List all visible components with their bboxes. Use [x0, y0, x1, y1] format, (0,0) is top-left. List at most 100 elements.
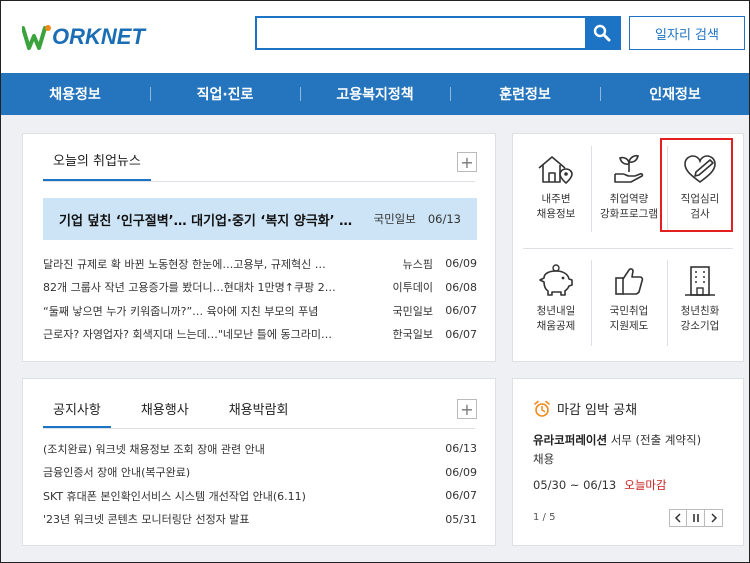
- quick-item-label: 내주변: [541, 193, 571, 205]
- quick-item-label: 채용정보: [536, 208, 576, 220]
- news-item-source: 한국일보: [392, 328, 433, 342]
- quick-item-label: 강화프로그램: [600, 208, 658, 220]
- prev-button[interactable]: [669, 509, 687, 527]
- notice-item-title: SKT 휴대폰 본인확인서비스 시스템 개선작업 안내(6.11): [43, 489, 306, 503]
- quick-item-label: 강소기업: [680, 320, 720, 332]
- nav-item-recruit[interactable]: 채용정보: [0, 84, 150, 104]
- quick-item-label: 채움공제: [536, 320, 576, 332]
- house-pin-icon: [538, 156, 573, 185]
- deadline-dates: 05/30 ~ 06/13 오늘마감: [533, 477, 667, 493]
- quick-divider: [523, 248, 733, 249]
- news-item-date: 06/08: [445, 280, 477, 294]
- chevron-left-icon: [674, 513, 681, 523]
- deadline-position: 서무 (전출 계약직): [610, 433, 702, 447]
- news-item-source: 국민일보: [392, 304, 433, 318]
- news-panel: 오늘의 취업뉴스 + 기업 덮친 ‘인구절벽’… 대기업·중기 ‘복지 양극화’…: [22, 133, 496, 362]
- news-item-title: 근로자? 자영업자? 회색지대 느는데…"네모난 틀에 동그라미…: [43, 328, 332, 342]
- notice-item[interactable]: SKT 휴대폰 본인확인서비스 시스템 개선작업 안내(6.11) 06/07: [43, 484, 477, 508]
- notice-list: (조치완료) 워크넷 채용정보 조회 장애 관련 안내 06/13 금융인증서 …: [43, 437, 477, 531]
- news-list: 달라진 규제로 확 바뀐 노동현장 한눈에…고용부, 규제혁신 … 뉴스핌 06…: [43, 252, 477, 346]
- logo-w-icon: [22, 25, 51, 50]
- notice-item[interactable]: '23년 워크넷 콘텐츠 모니터링단 선정자 발표 05/31: [43, 508, 477, 532]
- news-item[interactable]: 82개 그룹사 작년 고용증가를 봤더니…현대차 1만명↑쿠팡 2… 이투데이 …: [43, 276, 477, 300]
- chevron-right-icon: [710, 513, 717, 523]
- search-input[interactable]: [257, 18, 587, 48]
- pause-button[interactable]: [687, 509, 705, 527]
- notice-panel: 공지사항 채용행사 채용박람회 + (조치완료) 워크넷 채용정보 조회 장애 …: [22, 378, 496, 546]
- news-item-title: 달라진 규제로 확 바뀐 노동현장 한눈에…고용부, 규제혁신 …: [43, 257, 326, 271]
- deadline-panel: 마감 임박 공채 유라코퍼레이션 서무 (전출 계약직) 채용 05/30 ~ …: [512, 378, 744, 546]
- tab-recruit-events[interactable]: 채용행사: [131, 399, 199, 428]
- news-item-date: 06/07: [445, 304, 477, 318]
- quick-item-label: 국민취업: [609, 305, 649, 317]
- quick-item-nearby-jobs[interactable]: 내주변 채용정보: [521, 152, 591, 222]
- deadline-job[interactable]: 유라코퍼레이션 서무 (전출 계약직) 채용: [533, 431, 733, 469]
- nav-item-talent[interactable]: 인재정보: [600, 84, 750, 104]
- notice-item-date: 06/07: [445, 489, 477, 503]
- deadline-category: 채용: [533, 452, 555, 466]
- logo-text: ORKNET: [52, 24, 145, 49]
- building-icon: [685, 266, 715, 296]
- quick-item-national-employment[interactable]: 국민취업 지원제도: [594, 264, 664, 334]
- sprout-hand-icon: [614, 154, 644, 183]
- deadline-title-text: 마감 임박 공채: [557, 403, 638, 418]
- deadline-status: 오늘마감: [624, 478, 667, 492]
- notice-more-button[interactable]: +: [457, 399, 477, 419]
- next-button[interactable]: [705, 509, 723, 527]
- worknet-logo[interactable]: ORKNET: [22, 22, 145, 52]
- quick-item-label: 지원제도: [609, 320, 649, 332]
- quick-item-youth-savings[interactable]: 청년내일 채움공제: [521, 264, 591, 334]
- news-item[interactable]: “둘째 낳으면 누가 키워줍니까?”… 육아에 지친 부모의 푸념 국민일보 0…: [43, 299, 477, 323]
- tab-job-fairs[interactable]: 채용박람회: [219, 399, 299, 428]
- headline-date: 06/13: [427, 212, 461, 226]
- main-nav: 채용정보 직업·진로 고용복지정책 훈련정보 인재정보: [0, 73, 750, 115]
- quick-item-youth-companies[interactable]: 청년친화 강소기업: [665, 264, 735, 334]
- header: ORKNET 일자리 검색: [0, 0, 750, 73]
- news-item[interactable]: 달라진 규제로 확 바뀐 노동현장 한눈에…고용부, 규제혁신 … 뉴스핌 06…: [43, 252, 477, 276]
- news-headline[interactable]: 기업 덮친 ‘인구절벽’… 대기업·중기 ‘복지 양극화’ … 국민일보 06/…: [43, 198, 477, 240]
- deadline-title: 마감 임박 공채: [533, 399, 637, 418]
- search-button[interactable]: [585, 18, 619, 48]
- news-item-source: 뉴스핌: [402, 257, 433, 271]
- pause-icon: [692, 514, 699, 522]
- news-item-title: “둘째 낳으면 누가 키워줍니까?”… 육아에 지친 부모의 푸념: [43, 304, 319, 318]
- notice-item-date: 06/13: [445, 442, 477, 456]
- tab-divider: [43, 181, 475, 182]
- notice-item-title: (조치완료) 워크넷 채용정보 조회 장애 관련 안내: [43, 442, 265, 456]
- search-box: [255, 16, 621, 50]
- notice-item[interactable]: 금융인증서 장애 안내(복구완료) 06/09: [43, 461, 477, 485]
- alarm-clock-icon: [534, 400, 550, 417]
- quick-divider: [591, 260, 592, 346]
- tab-notice[interactable]: 공지사항: [43, 399, 111, 428]
- notice-item[interactable]: (조치완료) 워크넷 채용정보 조회 장애 관련 안내 06/13: [43, 437, 477, 461]
- piggy-bank-icon: [539, 264, 573, 296]
- news-item-date: 06/09: [445, 257, 477, 271]
- news-item-source: 이투데이: [392, 281, 433, 295]
- notice-item-title: '23년 워크넷 콘텐츠 모니터링단 선정자 발표: [43, 513, 250, 527]
- headline-title: 기업 덮친 ‘인구절벽’… 대기업·중기 ‘복지 양극화’ …: [59, 213, 353, 229]
- deadline-date-range: 05/30 ~ 06/13: [533, 478, 617, 492]
- news-title[interactable]: 오늘의 취업뉴스: [43, 150, 151, 181]
- quick-item-label: 청년내일: [536, 305, 576, 317]
- highlight-box: [660, 138, 733, 232]
- nav-item-career[interactable]: 직업·진로: [150, 84, 300, 104]
- notice-tabs: 공지사항 채용행사 채용박람회: [43, 399, 319, 428]
- search-icon: [593, 24, 611, 42]
- news-item[interactable]: 근로자? 자영업자? 회색지대 느는데…"네모난 틀에 동그라미… 한국일보 0…: [43, 323, 477, 347]
- news-item-date: 06/07: [445, 327, 477, 341]
- nav-item-training[interactable]: 훈련정보: [450, 84, 600, 104]
- quick-item-label: 청년친화: [680, 305, 720, 317]
- tab-divider: [43, 428, 475, 429]
- nav-item-welfare-policy[interactable]: 고용복지정책: [300, 84, 450, 104]
- job-search-button[interactable]: 일자리 검색: [629, 16, 745, 50]
- news-more-button[interactable]: +: [457, 152, 477, 172]
- deadline-company: 유라코퍼레이션: [533, 433, 608, 447]
- notice-item-date: 06/09: [445, 465, 477, 479]
- quick-item-job-skills[interactable]: 취업역량 강화프로그램: [594, 152, 664, 222]
- headline-source: 국민일보: [373, 212, 416, 226]
- quick-divider: [591, 146, 592, 232]
- quick-item-label: 취업역량: [609, 193, 649, 205]
- thumbs-up-icon: [615, 268, 644, 295]
- notice-item-title: 금융인증서 장애 안내(복구완료): [43, 466, 191, 480]
- notice-item-date: 05/31: [445, 512, 477, 526]
